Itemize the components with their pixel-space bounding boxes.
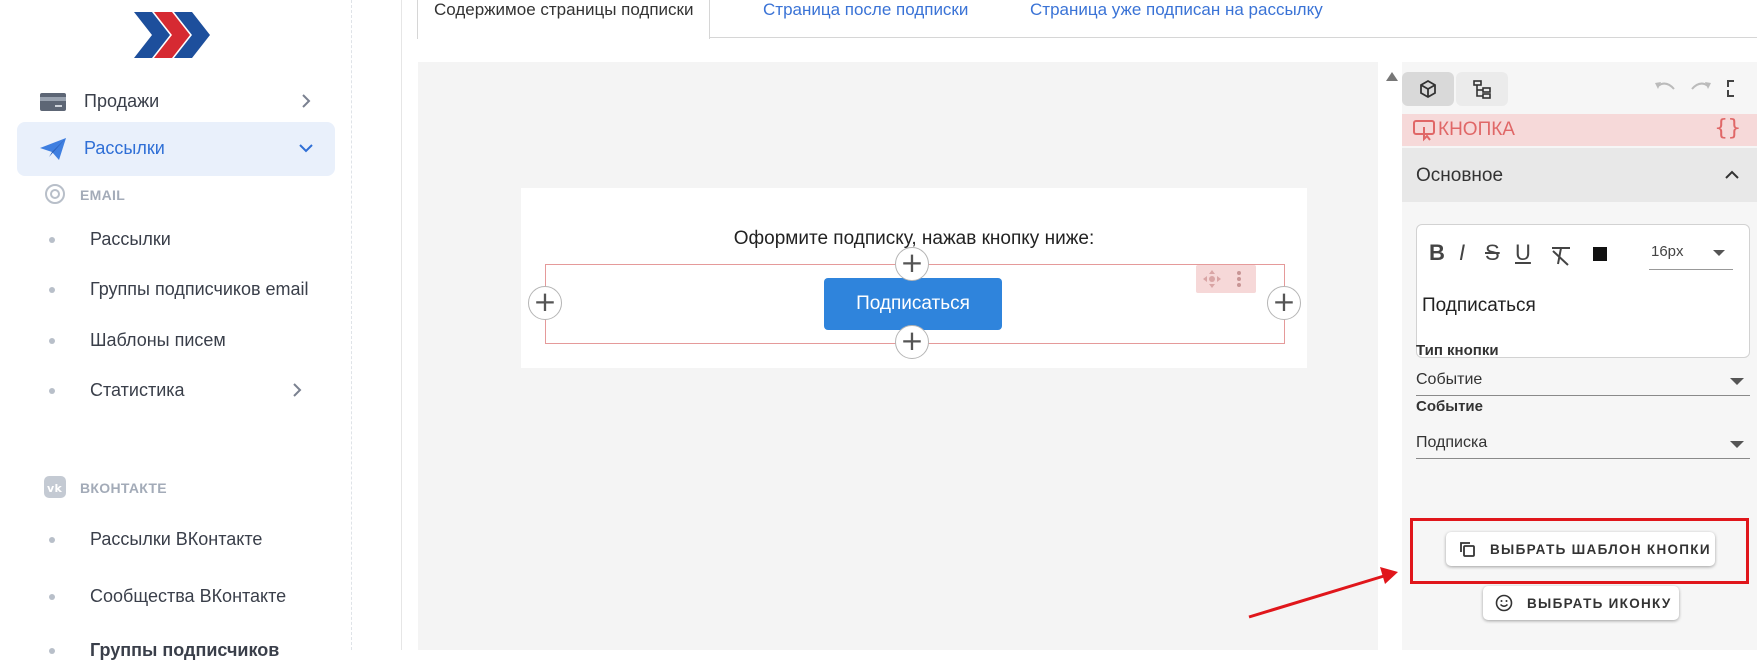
- add-block-top-icon[interactable]: +: [895, 247, 929, 281]
- subscribe-button[interactable]: Подписаться: [824, 278, 1002, 330]
- sidebar-item-sales[interactable]: Продажи: [17, 75, 335, 129]
- move-icon[interactable]: [1202, 269, 1222, 289]
- smiley-icon: [1495, 594, 1513, 612]
- sidebar-item-mailings[interactable]: Рассылки: [17, 122, 335, 176]
- paper-plane-icon: [40, 138, 66, 160]
- button-type-select[interactable]: Событие: [1416, 366, 1750, 396]
- caret-down-icon: [1730, 378, 1744, 385]
- sidebar-subitem-label: Статистика: [90, 380, 185, 400]
- block-header: КНОПКА {}: [1402, 114, 1757, 146]
- undo-icon[interactable]: [1652, 77, 1678, 99]
- tab-label: Страница после подписки: [763, 0, 969, 19]
- gutter: [352, 0, 402, 650]
- card-icon: [40, 93, 66, 111]
- bullet-icon: [49, 537, 55, 543]
- at-icon: [45, 184, 65, 204]
- sidebar: Продажи Рассылки EMAIL Рассылки Группы п…: [0, 0, 352, 660]
- sidebar-subitem-label: Группы подписчиков: [90, 640, 280, 660]
- sidebar-subitem-label: Шаблоны писем: [90, 330, 226, 350]
- tab-already-subscribed-page[interactable]: Страница уже подписан на рассылку: [1030, 0, 1323, 38]
- section-basic-header[interactable]: Основное: [1402, 148, 1757, 202]
- tab-label: Страница уже подписан на рассылку: [1030, 0, 1323, 19]
- bullet-icon: [49, 338, 55, 344]
- blocks-tab-button[interactable]: [1402, 72, 1454, 106]
- annotation-arrow-icon: [1248, 567, 1398, 619]
- button-label: ВЫБРАТЬ ИКОНКУ: [1527, 596, 1672, 611]
- bullet-icon: [49, 287, 55, 293]
- scroll-up-icon[interactable]: [1386, 72, 1398, 81]
- chevron-right-icon: [302, 94, 311, 108]
- editor-canvas[interactable]: Оформите подписку, нажав кнопку ниже: По…: [418, 62, 1378, 650]
- structure-tab-button[interactable]: [1456, 72, 1508, 106]
- sidebar-subitem-label: Группы подписчиков email: [90, 279, 309, 299]
- clear-format-icon[interactable]: [1549, 245, 1573, 267]
- font-size-select[interactable]: 16px: [1651, 243, 1684, 260]
- tab-subscribe-page-content[interactable]: Содержимое страницы подписки: [417, 0, 711, 39]
- font-size-underline: [1649, 269, 1733, 270]
- redo-icon[interactable]: [1688, 77, 1714, 99]
- section-title: Основное: [1416, 165, 1504, 186]
- more-vertical-icon[interactable]: [1234, 269, 1244, 289]
- bullet-icon: [49, 388, 55, 394]
- underline-icon[interactable]: U: [1515, 240, 1531, 266]
- caret-down-icon: [1713, 250, 1725, 256]
- tab-after-subscribe-page[interactable]: Страница после подписки: [763, 0, 968, 38]
- event-label: Событие: [1416, 398, 1483, 415]
- strikethrough-icon[interactable]: S: [1485, 240, 1500, 266]
- text-color-swatch[interactable]: [1593, 247, 1607, 261]
- select-value: Событие: [1416, 371, 1483, 388]
- chevron-right-icon: [293, 383, 302, 397]
- bullet-icon: [49, 648, 55, 654]
- page-block[interactable]: Оформите подписку, нажав кнопку ниже: По…: [521, 188, 1307, 368]
- tree-structure-icon: [1473, 80, 1491, 99]
- chevron-up-icon: [1725, 170, 1739, 179]
- block-title: КНОПКА: [1438, 119, 1515, 140]
- tab-bar: Содержимое страницы подписки Страница по…: [417, 0, 1757, 39]
- bold-icon[interactable]: B: [1429, 240, 1445, 266]
- choose-icon-button[interactable]: ВЫБРАТЬ ИКОНКУ: [1483, 586, 1679, 620]
- add-block-left-icon[interactable]: +: [528, 286, 562, 320]
- section-label: ВКОНТАКТЕ: [80, 480, 167, 496]
- cube-icon: [1420, 79, 1436, 99]
- logo-icon: [134, 12, 210, 58]
- bullet-icon: [49, 594, 55, 600]
- add-block-bottom-icon[interactable]: +: [895, 325, 929, 359]
- italic-icon[interactable]: I: [1459, 240, 1465, 266]
- code-icon[interactable]: {}: [1715, 116, 1742, 141]
- bullet-icon: [49, 237, 55, 243]
- sidebar-subitem-label: Рассылки ВКонтакте: [90, 529, 263, 549]
- text-editor[interactable]: B I S U 16px Подписаться: [1416, 224, 1750, 358]
- select-value: Подписка: [1416, 434, 1488, 451]
- chevron-down-icon: [299, 144, 313, 153]
- sidebar-item-label: Продажи: [84, 91, 160, 111]
- tab-label: Содержимое страницы подписки: [434, 0, 694, 19]
- svg-text:vk: vk: [47, 482, 62, 495]
- button-type-label: Тип кнопки: [1416, 342, 1499, 359]
- section-label: EMAIL: [80, 187, 126, 203]
- button-block-icon: [1413, 120, 1435, 142]
- block-tools: [1196, 265, 1256, 293]
- sidebar-item-label: Рассылки: [84, 138, 165, 158]
- vk-icon: vk: [44, 476, 66, 498]
- highlight-annotation: [1410, 518, 1749, 584]
- fullscreen-icon[interactable]: [1724, 77, 1736, 99]
- sidebar-subitem-label: Сообщества ВКонтакте: [90, 586, 287, 606]
- editor-content[interactable]: Подписаться: [1422, 295, 1536, 317]
- add-block-right-icon[interactable]: +: [1267, 286, 1301, 320]
- event-select[interactable]: Подписка: [1416, 429, 1750, 459]
- caret-down-icon: [1730, 441, 1744, 448]
- sidebar-subitem-label: Рассылки: [90, 229, 171, 249]
